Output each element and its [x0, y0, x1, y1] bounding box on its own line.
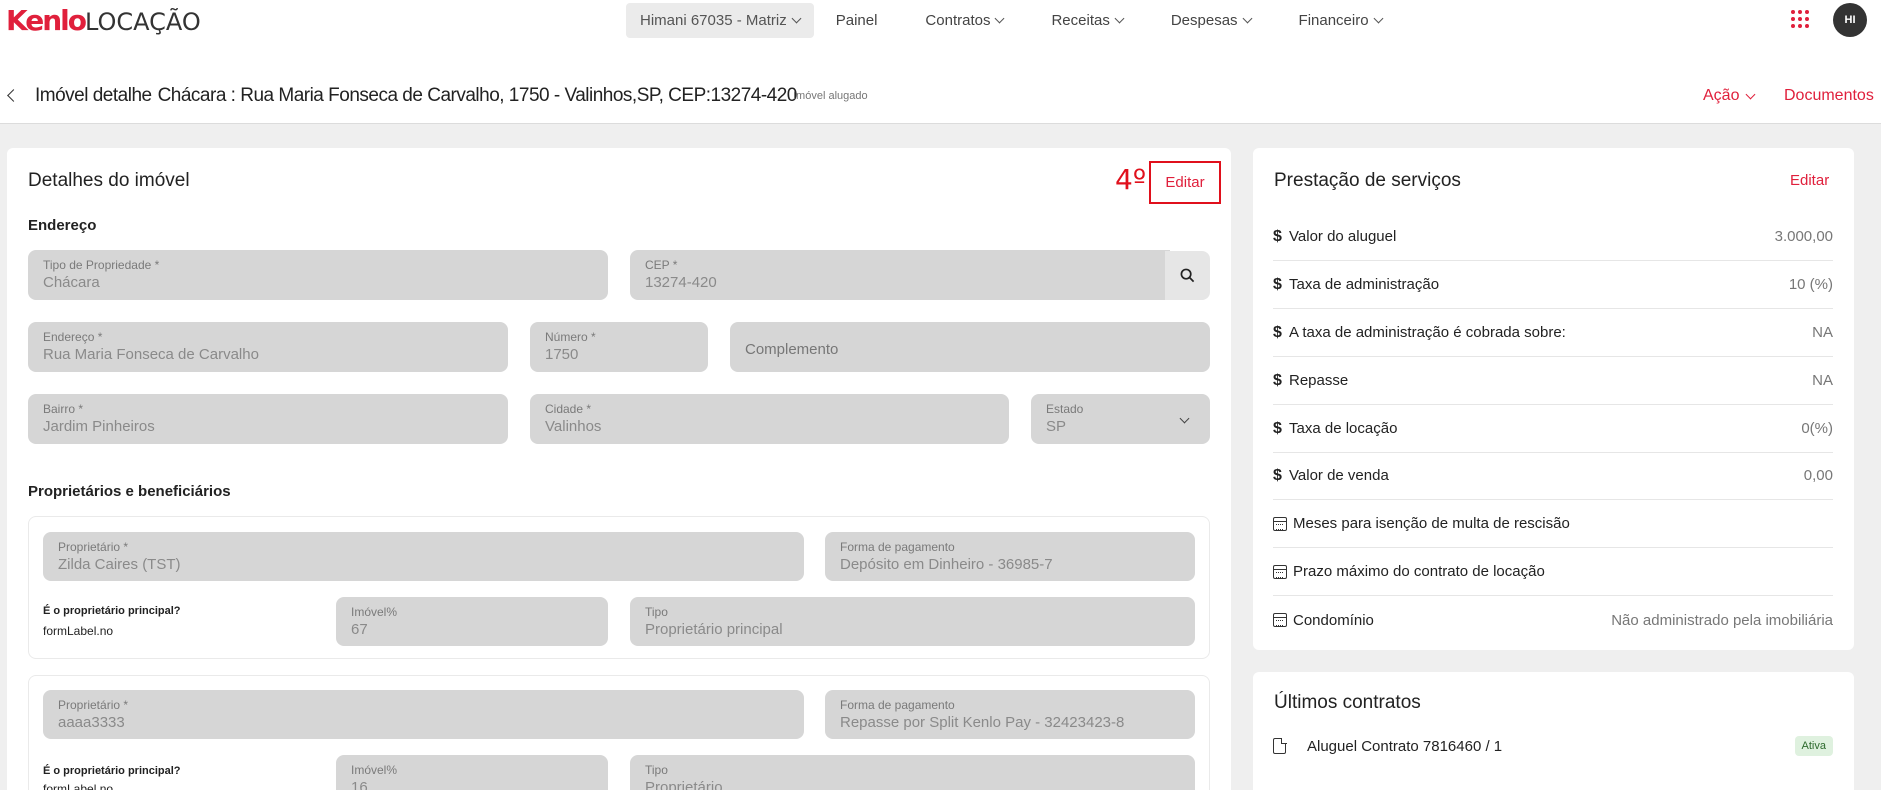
cep-search-button[interactable] [1165, 251, 1210, 300]
complement-field[interactable]: Complemento [730, 322, 1210, 372]
top-navigation-bar: KenloLOCAÇÃO Himani 67035 - Matriz Paine… [0, 0, 1881, 42]
back-arrow-icon[interactable] [7, 89, 20, 102]
service-row-max-lease-term: Prazo máximo do contrato de locação [1273, 548, 1833, 596]
status-badge: Ativa [1794, 736, 1833, 756]
latest-contracts-card [1253, 672, 1854, 790]
contracts-title: Últimos contratos [1274, 692, 1421, 713]
principal-owner-label: É o proprietário principal? [43, 765, 181, 777]
chevron-down-icon [1114, 13, 1125, 24]
property-type-field[interactable]: Tipo de Propriedade * Chácara [28, 250, 608, 300]
dollar-icon: $ [1273, 227, 1282, 245]
payment-method-field[interactable]: Forma de pagamento Depósito em Dinheiro -… [825, 532, 1195, 581]
nav-item-painel[interactable]: Painel [836, 12, 878, 29]
chevron-down-icon [1373, 13, 1384, 24]
service-row-sale-value: $ Valor de venda 0,00 [1273, 452, 1833, 500]
apps-grid-icon[interactable] [1791, 10, 1809, 28]
page-title: Imóvel detalhe Chácara : Rua Maria Fonsec… [35, 85, 797, 106]
cep-field[interactable]: CEP * 13274-420 [630, 250, 1170, 300]
user-avatar[interactable]: HI [1833, 3, 1867, 37]
principal-owner-value: formLabel.no [43, 624, 114, 638]
chevron-down-icon [1242, 13, 1252, 24]
action-menu-button[interactable]: Ação [1703, 87, 1756, 105]
owner-field[interactable]: Proprietário * aaaa3333 [43, 690, 804, 739]
search-icon [1180, 268, 1195, 283]
owner-type-field[interactable]: Tipo Proprietário principal [630, 597, 1195, 646]
address-field[interactable]: Endereço * Rua Maria Fonseca de Carvalho [28, 322, 508, 372]
edit-services-button[interactable]: Editar [1790, 172, 1829, 189]
edit-details-button[interactable]: Editar [1149, 161, 1221, 204]
main-nav: Himani 67035 - Matriz Painel Contratos R… [626, 3, 1430, 38]
document-icon [1273, 737, 1287, 754]
owner-field[interactable]: Proprietário * Zilda Caires (TST) [43, 532, 804, 581]
status-tag: Imóvel alugado [793, 90, 868, 102]
step-marker: 4º [1115, 163, 1147, 196]
state-select[interactable]: Estado SP [1031, 394, 1210, 444]
chevron-down-icon [995, 13, 1005, 24]
service-row-lease-fee: $ Taxa de locação 0(%) [1273, 405, 1833, 453]
city-field[interactable]: Cidade * Valinhos [530, 394, 1009, 444]
dollar-icon: $ [1273, 419, 1282, 437]
service-row-condominium: Condomínio Não administrado pela imobiliá… [1273, 596, 1833, 644]
payment-method-field[interactable]: Forma de pagamento Repasse por Split Kenl… [825, 690, 1195, 739]
documents-link[interactable]: Documentos [1784, 87, 1874, 105]
page-header: Imóvel detalhe Chácara : Rua Maria Fonsec… [0, 42, 1881, 124]
agency-selector[interactable]: Himani 67035 - Matriz [626, 3, 814, 38]
service-row-admin-fee: $ Taxa de administração 10 (%) [1273, 261, 1833, 309]
principal-owner-label: É o proprietário principal? [43, 605, 181, 617]
neighborhood-field[interactable]: Bairro * Jardim Pinheiros [28, 394, 508, 444]
dollar-icon: $ [1273, 371, 1282, 389]
nav-item-receitas[interactable]: Receitas [1051, 12, 1125, 29]
dollar-icon: $ [1273, 323, 1282, 341]
owner-type-field[interactable]: Tipo Proprietário [630, 755, 1195, 790]
chevron-down-icon [791, 13, 802, 24]
nav-item-contratos[interactable]: Contratos [925, 12, 1005, 29]
service-row-transfer: $ Repasse NA [1273, 357, 1833, 405]
chevron-down-icon [1746, 89, 1756, 99]
kenlo-logo[interactable]: KenloLOCAÇÃO [6, 4, 201, 37]
number-field[interactable]: Número * 1750 [530, 322, 708, 372]
service-row-admin-fee-basis: $ A taxa de administração é cobrada sobre… [1273, 309, 1833, 357]
address-section-title: Endereço [28, 217, 97, 234]
property-percent-field[interactable]: Imóvel% 16 [336, 755, 608, 790]
details-title: Detalhes do imóvel [28, 170, 190, 191]
owners-section-title: Proprietários e beneficiários [28, 483, 231, 500]
dollar-icon: $ [1273, 466, 1282, 484]
service-row-rent-value: $ Valor do aluguel 3.000,00 [1273, 213, 1833, 261]
calendar-icon [1273, 564, 1287, 579]
dollar-icon: $ [1273, 275, 1282, 293]
nav-item-despesas[interactable]: Despesas [1171, 12, 1252, 29]
calendar-icon [1273, 516, 1287, 531]
services-title: Prestação de serviços [1274, 170, 1461, 191]
nav-item-financeiro[interactable]: Financeiro [1299, 12, 1384, 29]
service-row-penalty-exemption: Meses para isenção de multa de rescisão [1273, 500, 1833, 548]
principal-owner-value: formLabel.no [43, 782, 114, 790]
property-percent-field[interactable]: Imóvel% 67 [336, 597, 608, 646]
contract-list-item[interactable]: Aluguel Contrato 7816460 / 1 Ativa [1273, 734, 1833, 758]
calendar-icon [1273, 613, 1287, 627]
